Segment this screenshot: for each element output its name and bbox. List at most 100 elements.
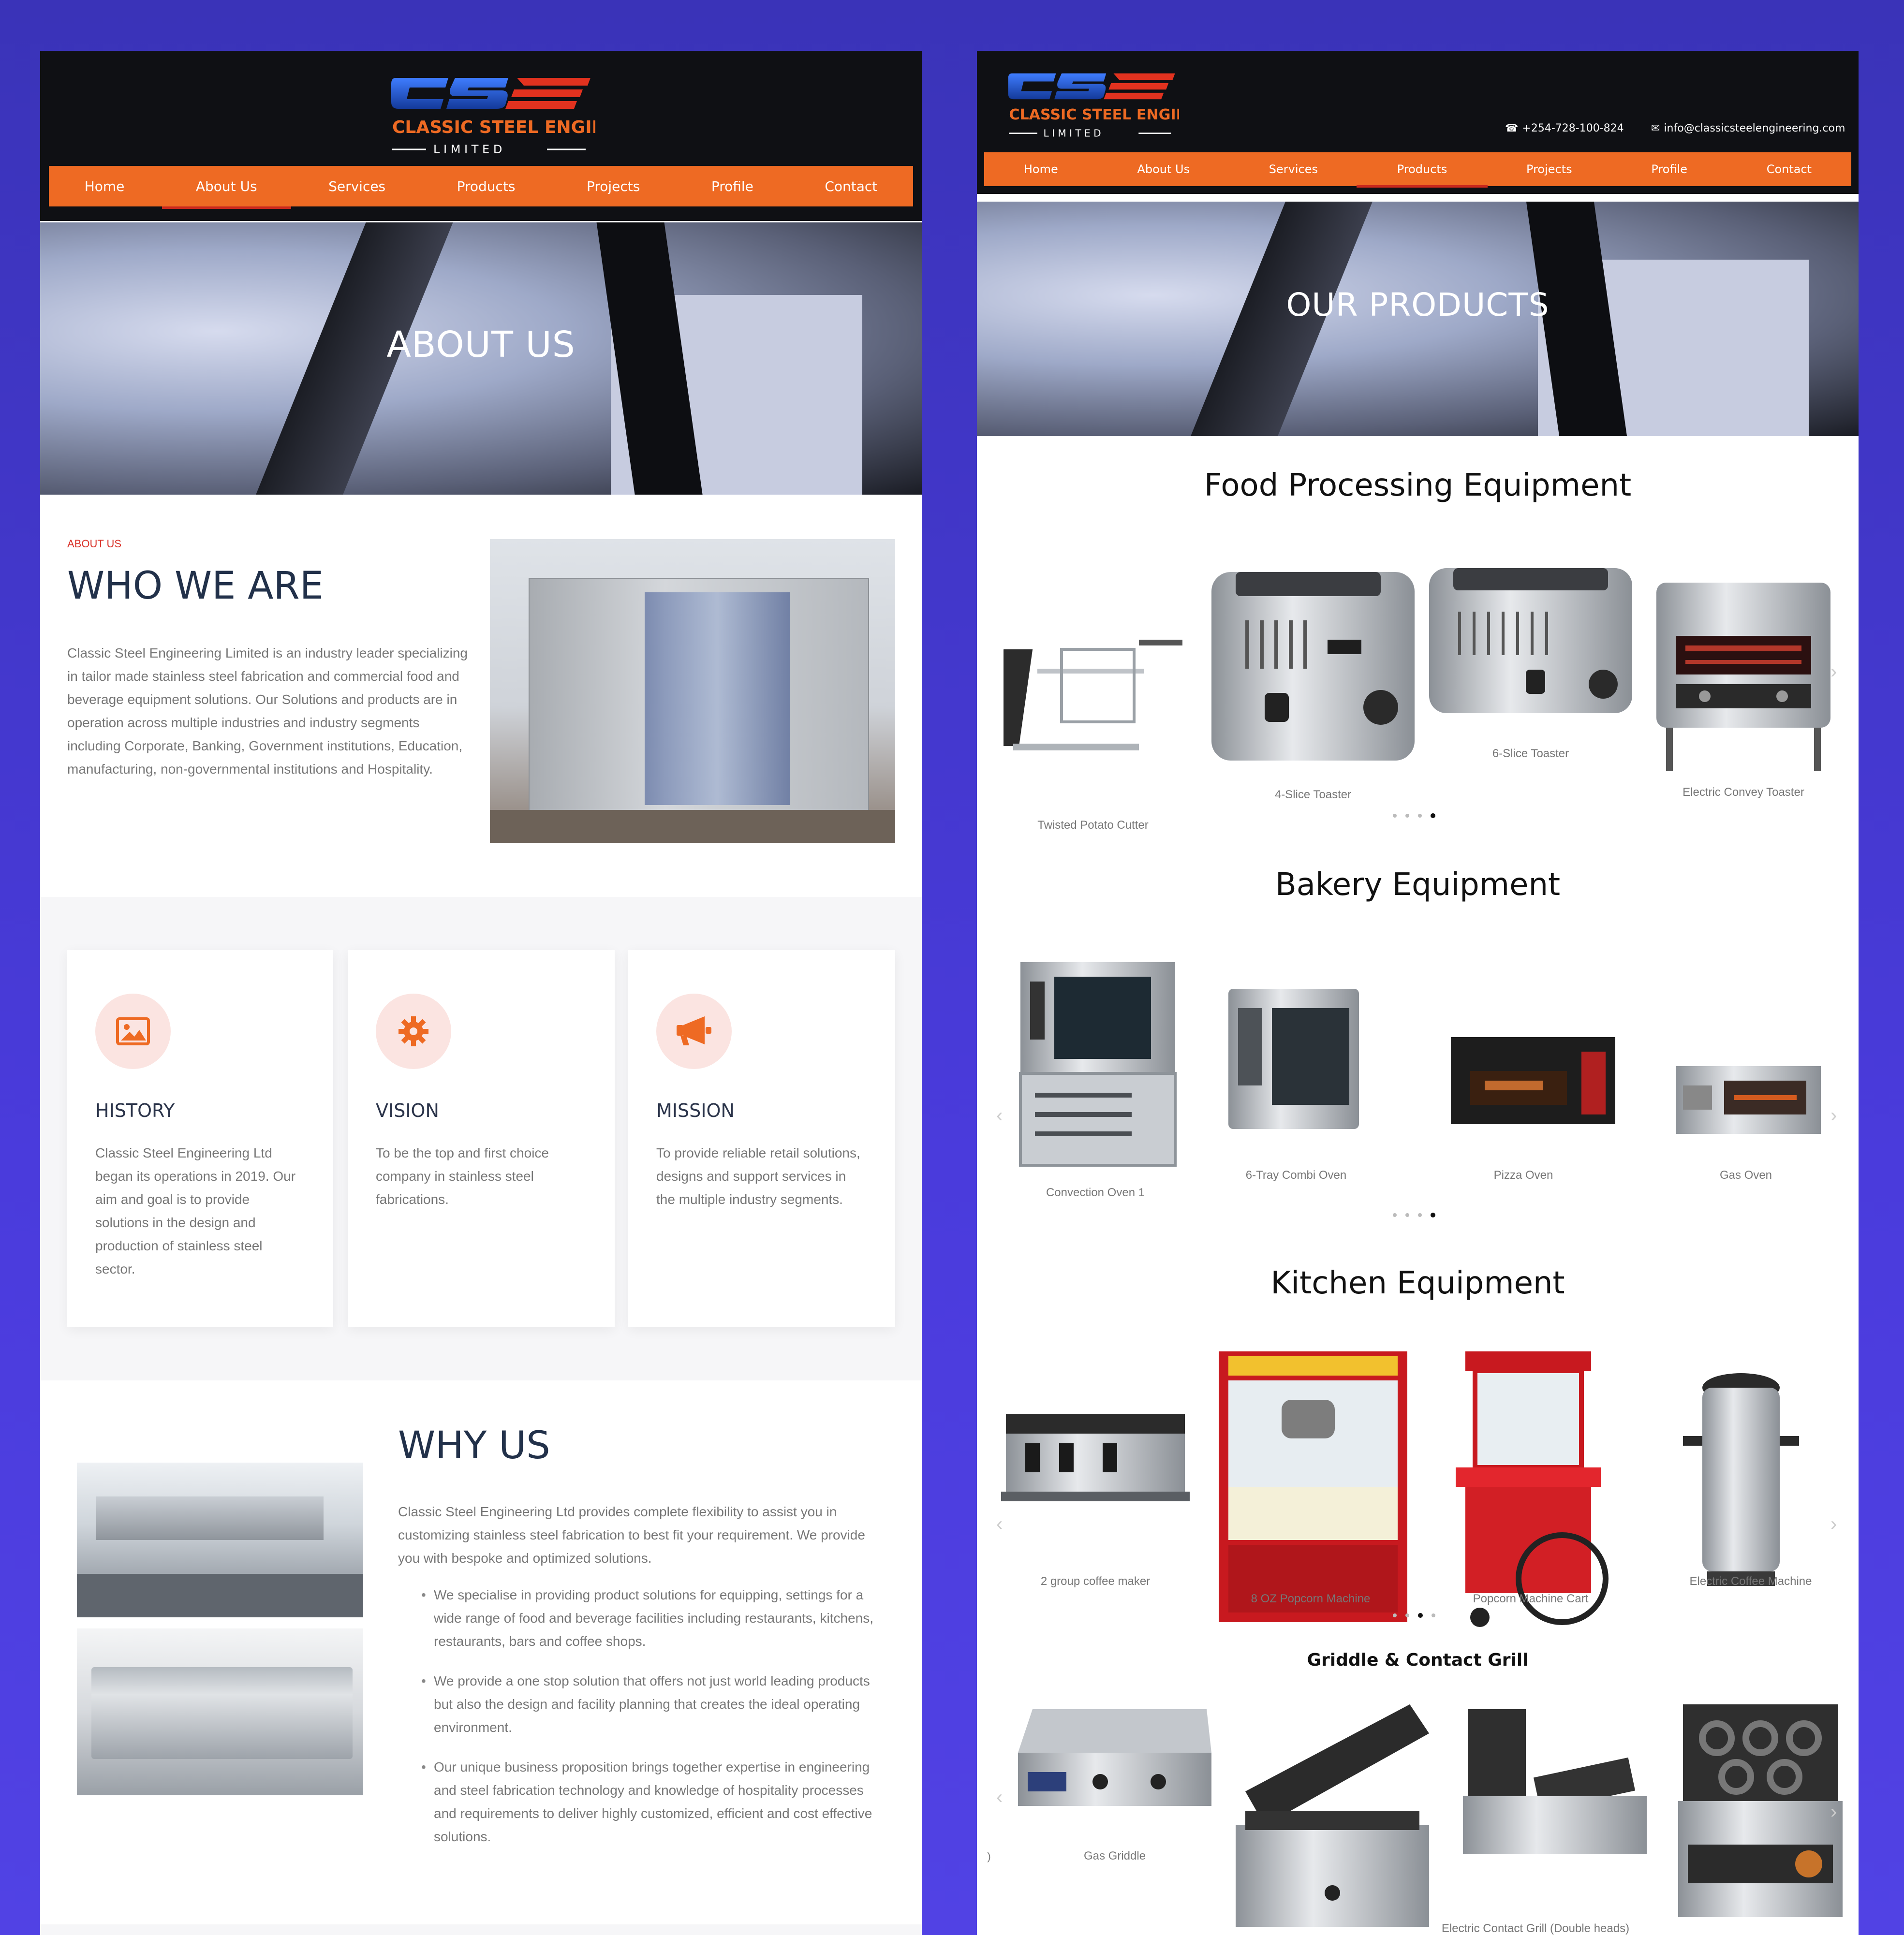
product-caption[interactable]: Twisted Potato Cutter (1023, 819, 1163, 832)
carousel-prev-arrow[interactable]: ‹ (996, 1513, 1003, 1535)
carousel-dots[interactable] (1393, 1613, 1435, 1618)
header-email[interactable]: ✉ info@classicsteelengineering.com (1651, 122, 1845, 134)
carousel-next-arrow[interactable]: › (1830, 1801, 1837, 1823)
why-bullet: Our unique business proposition brings t… (398, 1756, 886, 1848)
section-title-griddle: Griddle & Contact Grill (1307, 1650, 1529, 1670)
nav-products[interactable]: Products (1356, 162, 1488, 188)
site-header: CLASSIC STEEL ENGINEERING L I M I T E D … (977, 51, 1859, 194)
product-image-gas-griddle[interactable] (1013, 1704, 1216, 1825)
section-title-kitchen: Kitchen Equipment (1270, 1265, 1565, 1301)
product-caption[interactable]: 6-Slice Toaster (1453, 747, 1608, 761)
product-image-4-slice-toaster[interactable] (1207, 553, 1419, 780)
product-caption[interactable]: Convection Oven 1 (1025, 1186, 1166, 1200)
history-card: HISTORY Classic Steel Engineering Ltd be… (67, 950, 333, 1327)
image-icon (116, 1017, 150, 1045)
nav-products[interactable]: Products (457, 178, 516, 194)
mission-text: To provide reliable retail solutions, de… (656, 1145, 860, 1207)
nav-profile[interactable]: Profile (1651, 162, 1687, 176)
product-caption[interactable]: Pizza Oven (1453, 1169, 1594, 1182)
nav-contact[interactable]: Contact (825, 178, 877, 194)
logo[interactable]: CLASSIC STEEL ENGINEERING L I M I T E D (387, 64, 595, 161)
product-image-coffee-urn[interactable] (1678, 1368, 1804, 1600)
carousel-prev-arrow[interactable]: ‹ (996, 1105, 1003, 1127)
site-header: CLASSIC STEEL ENGINEERING L I M I T E D … (40, 51, 922, 221)
product-caption[interactable]: Gas Oven (1676, 1169, 1816, 1182)
products-page-panel: CLASSIC STEEL ENGINEERING L I M I T E D … (977, 51, 1859, 1935)
history-icon-circle (95, 994, 171, 1069)
vision-icon-circle (376, 994, 451, 1069)
carousel-prev-arrow[interactable]: ‹ (996, 1787, 1003, 1808)
nav-contact[interactable]: Contact (1767, 162, 1812, 176)
product-caption[interactable]: Popcorn Machine Cart (1453, 1592, 1608, 1606)
why-bullet: We specialise in providing product solut… (398, 1583, 886, 1653)
logo-wordmark: CLASSIC STEEL ENGINEERING (1009, 106, 1179, 123)
product-image-popcorn-machine[interactable] (1214, 1347, 1412, 1632)
about-page-panel: CLASSIC STEEL ENGINEERING L I M I T E D … (40, 51, 922, 1935)
product-image-donut-maker[interactable] (1673, 1700, 1847, 1932)
nav-projects[interactable]: Projects (1526, 162, 1572, 176)
carousel-dots[interactable] (1393, 1213, 1435, 1217)
product-image-gas-oven[interactable] (1671, 1061, 1826, 1143)
kitchen-line-image (77, 1628, 363, 1795)
nav-home[interactable]: Home (1024, 162, 1058, 176)
section-title-bakery: Bakery Equipment (1275, 867, 1561, 903)
carousel-next-arrow[interactable]: › (1830, 661, 1837, 683)
product-caption[interactable]: 2 group coffee maker (1023, 1575, 1168, 1588)
product-image-combi-oven[interactable] (1224, 979, 1364, 1139)
product-image-convection-oven[interactable] (1016, 957, 1180, 1175)
product-caption[interactable]: 6-Tray Combi Oven (1226, 1169, 1366, 1182)
main-nav: Home About Us Services Products Projects… (984, 152, 1851, 188)
nav-projects[interactable]: Projects (587, 178, 640, 194)
email-address: info@classicsteelengineering.com (1664, 122, 1845, 134)
product-image-coffee-maker[interactable] (996, 1405, 1195, 1506)
carousel-dots[interactable] (1393, 813, 1435, 818)
vision-text: To be the top and first choice company i… (376, 1145, 549, 1207)
product-image-pizza-oven[interactable] (1441, 1027, 1625, 1143)
gear-icon (399, 1016, 428, 1046)
mission-icon-circle (656, 994, 732, 1069)
cropped-caption-fragment: ) (987, 1850, 991, 1862)
about-text: Classic Steel Engineering Limited is an … (67, 645, 468, 777)
product-image-double-contact-grill[interactable] (1453, 1704, 1656, 1864)
nav-services[interactable]: Services (1269, 162, 1318, 176)
history-text: Classic Steel Engineering Ltd began its … (95, 1145, 296, 1276)
product-caption[interactable]: 8 OZ Popcorn Machine (1233, 1592, 1388, 1606)
about-title: WHO WE ARE (67, 564, 324, 608)
header-phone[interactable]: ☎ +254-728-100-824 (1505, 122, 1624, 134)
logo-wordmark: CLASSIC STEEL ENGINEERING (392, 117, 595, 137)
product-image-potato-cutter[interactable] (990, 616, 1192, 765)
why-intro: Classic Steel Engineering Ltd provides c… (398, 1504, 865, 1566)
nav-about-us[interactable]: About Us (162, 178, 291, 209)
why-bullet: We provide a one stop solution that offe… (398, 1670, 886, 1739)
values-section: HISTORY Classic Steel Engineering Ltd be… (40, 897, 922, 1380)
product-image-6-slice-toaster[interactable] (1424, 549, 1637, 737)
kitchen-hood-image (77, 1463, 363, 1617)
product-caption[interactable]: Gas Griddle (1052, 1849, 1178, 1863)
product-image-conveyor-toaster[interactable] (1647, 563, 1840, 781)
nav-home[interactable]: Home (85, 178, 125, 194)
product-caption[interactable]: Electric Convey Toaster (1661, 786, 1826, 799)
section-kicker: ABOUT US (67, 538, 122, 550)
vision-card: VISION To be the top and first choice co… (348, 950, 615, 1327)
logo-subtitle: L I M I T E D (433, 143, 502, 156)
mission-card: MISSION To provide reliable retail solut… (628, 950, 895, 1327)
nav-services[interactable]: Services (328, 178, 385, 194)
product-caption[interactable]: Electric Coffee Machine (1664, 1575, 1838, 1588)
history-title: HISTORY (95, 1100, 175, 1121)
phone-number: +254-728-100-824 (1522, 122, 1624, 134)
footer-edge (40, 1924, 922, 1935)
nav-about-us[interactable]: About Us (1137, 162, 1190, 176)
section-title-food-processing: Food Processing Equipment (1204, 468, 1632, 503)
megaphone-icon (677, 1016, 711, 1045)
hero-title: OUR PRODUCTS (1286, 286, 1550, 323)
product-caption[interactable]: 4-Slice Toaster (1236, 788, 1390, 802)
carousel-next-arrow[interactable]: › (1830, 1513, 1837, 1535)
why-title: WHY US (398, 1424, 550, 1467)
main-nav: Home About Us Services Products Projects… (49, 166, 913, 209)
nav-profile[interactable]: Profile (711, 178, 753, 194)
product-image-panini-grill[interactable] (1226, 1700, 1439, 1935)
logo-subtitle: L I M I T E D (1044, 127, 1101, 139)
product-caption[interactable]: Electric Contact Grill (Double heads) (1429, 1922, 1642, 1935)
logo[interactable]: CLASSIC STEEL ENGINEERING L I M I T E D (1005, 61, 1179, 144)
carousel-next-arrow[interactable]: › (1830, 1105, 1837, 1127)
